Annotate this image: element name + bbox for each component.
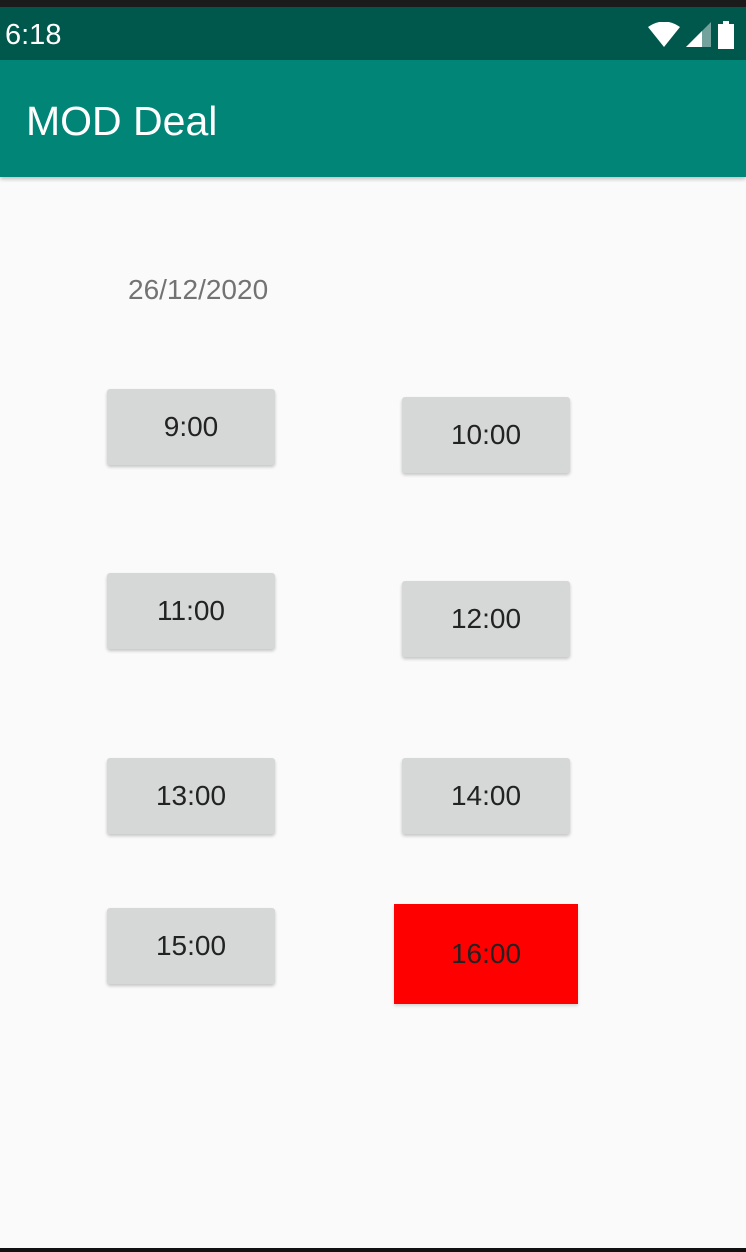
app-title: MOD Deal [26, 98, 218, 144]
status-time: 6:18 [5, 19, 62, 51]
status-bar: 6:18 [0, 7, 746, 60]
app-bar: MOD Deal [0, 60, 746, 177]
time-slot-button[interactable]: 10:00 [402, 397, 570, 473]
time-slot-button[interactable]: 14:00 [402, 758, 570, 834]
cell-signal-icon [686, 22, 712, 48]
time-slot-button[interactable]: 12:00 [402, 581, 570, 657]
date-label: 26/12/2020 [128, 274, 269, 305]
battery-icon [718, 21, 734, 49]
time-slot-button[interactable]: 11:00 [107, 573, 275, 649]
status-icons [648, 20, 734, 50]
screen-bottom-edge [0, 1248, 746, 1252]
time-slot-button[interactable]: 13:00 [107, 758, 275, 834]
screen-top-edge [0, 0, 746, 7]
main-content: 26/12/2020 9:00 10:00 11:00 12:00 13:00 … [0, 177, 746, 1248]
time-slot-button[interactable]: 9:00 [107, 389, 275, 465]
wifi-icon [648, 22, 680, 48]
time-slot-button-selected[interactable]: 16:00 [394, 904, 578, 1004]
time-slot-button[interactable]: 15:00 [107, 908, 275, 984]
